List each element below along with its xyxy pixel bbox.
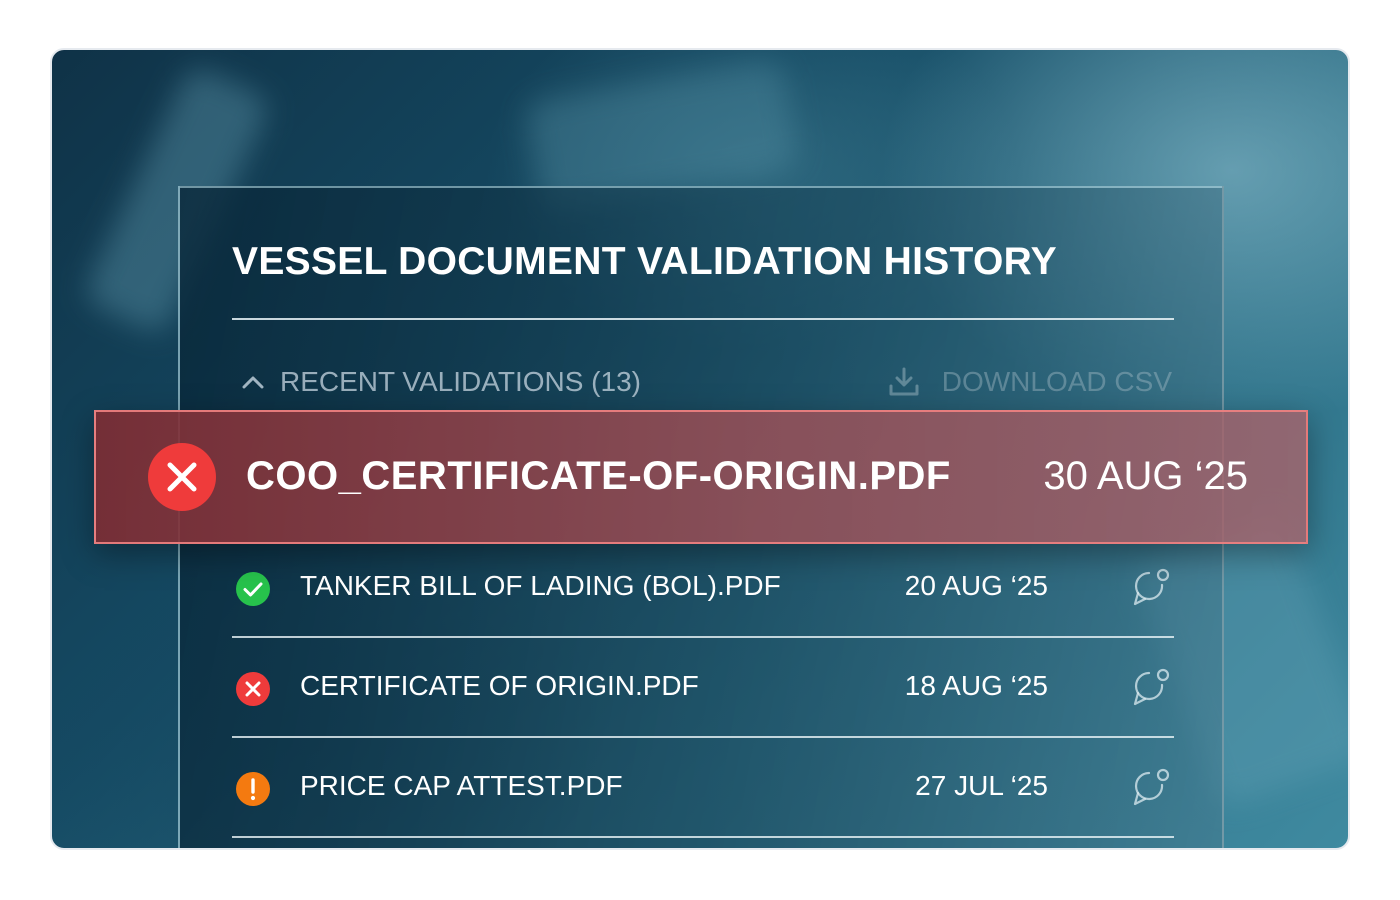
comment-icon[interactable] xyxy=(1132,668,1172,708)
comment-icon[interactable] xyxy=(1132,568,1172,608)
file-name: PRICE CAP ATTEST.PDF xyxy=(300,770,623,801)
download-csv-label: DOWNLOAD CSV xyxy=(941,366,1172,397)
file-name: CERTIFICATE OF ORIGIN.PDF xyxy=(300,670,699,701)
x-circle-icon xyxy=(236,672,270,706)
validation-row[interactable]: CERTIFICATE OF ORIGIN.PDF 18 AUG ‘25 xyxy=(232,638,1174,738)
file-name: TANKER BILL OF LADING (BOL).PDF xyxy=(300,570,781,601)
download-icon xyxy=(889,367,919,396)
row-divider xyxy=(232,836,1174,838)
x-circle-icon xyxy=(148,443,216,511)
check-circle-icon xyxy=(236,572,270,606)
validation-date: 20 AUG ‘25 xyxy=(904,570,1048,601)
highlighted-date: 30 AUG ‘25 xyxy=(1043,454,1248,498)
highlighted-file-name: COO_CERTIFICATE-OF-ORIGIN.PDF xyxy=(246,454,951,498)
validation-row[interactable]: PRICE CAP ATTEST.PDF 27 JUL ‘25 xyxy=(232,738,1174,838)
validation-row[interactable]: TANKER BILL OF LADING (BOL).PDF 20 AUG ‘… xyxy=(232,538,1174,638)
exclamation-circle-icon xyxy=(236,772,270,806)
recent-validations-toggle[interactable]: RECENT VALIDATIONS (13) xyxy=(232,362,641,402)
highlighted-validation-row[interactable]: COO_CERTIFICATE-OF-ORIGIN.PDF 30 AUG ‘25 xyxy=(94,410,1308,544)
validation-date: 27 JUL ‘25 xyxy=(915,770,1048,801)
panel-title: VESSEL DOCUMENT VALIDATION HISTORY xyxy=(232,240,1057,283)
screenshot-frame: VESSEL DOCUMENT VALIDATION HISTORY RECEN… xyxy=(50,48,1350,850)
validation-date: 18 AUG ‘25 xyxy=(904,670,1048,701)
download-csv-button[interactable]: DOWNLOAD CSV xyxy=(888,362,1172,402)
recent-validations-label: RECENT VALIDATIONS (13) xyxy=(280,366,641,397)
title-divider xyxy=(232,318,1174,320)
section-header: RECENT VALIDATIONS (13) DOWNLOAD CSV xyxy=(232,362,1174,402)
comment-icon[interactable] xyxy=(1132,768,1172,808)
chevron-up-icon xyxy=(242,376,264,389)
